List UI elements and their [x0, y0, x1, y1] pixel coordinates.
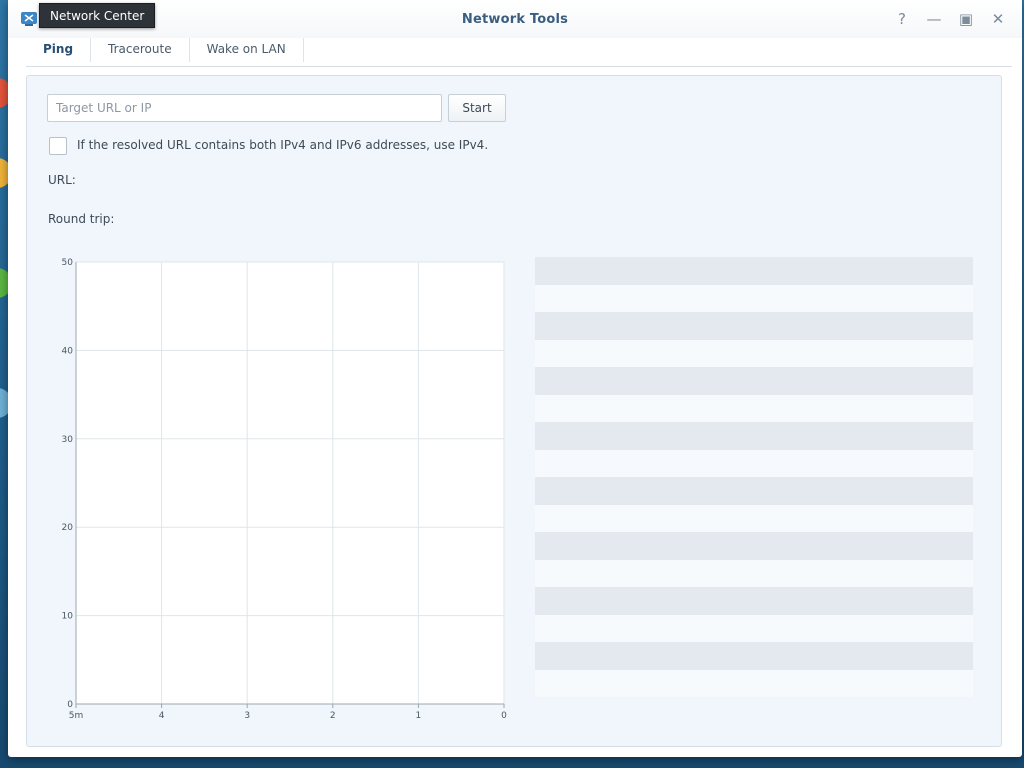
- table-row: [535, 614, 973, 642]
- plot-area: [75, 261, 505, 705]
- ping-results-table: [535, 257, 973, 697]
- window-title: Network Tools: [461, 12, 569, 27]
- round-trip-chart: 010203040505m 4 3 2 1 0: [62, 258, 508, 721]
- table-row: [535, 339, 973, 367]
- table-row: [535, 642, 973, 670]
- tab-wake-on-lan[interactable]: Wake on LAN: [190, 38, 304, 62]
- network-tools-window: Network Tools ? — ▣ ✕ Ping Traceroute Wa…: [8, 0, 1022, 757]
- title-bar[interactable]: Network Tools ? — ▣ ✕: [8, 0, 1022, 38]
- x-tick-label: 2: [330, 711, 336, 721]
- y-tick-label: 30: [62, 435, 74, 445]
- table-row: [535, 559, 973, 587]
- table-row: [535, 284, 973, 312]
- url-label: URL:: [48, 173, 76, 187]
- tab-bar: Ping Traceroute Wake on LAN: [26, 38, 304, 70]
- start-button[interactable]: Start: [448, 94, 506, 122]
- x-tick-label: 1: [416, 711, 422, 721]
- network-center-tooltip: Network Center: [39, 3, 156, 28]
- tab-traceroute[interactable]: Traceroute: [91, 38, 190, 62]
- x-tick-label: 5m: [69, 711, 84, 721]
- y-tick-label: 10: [62, 612, 74, 622]
- tab-divider: [26, 66, 1012, 67]
- maximize-icon[interactable]: ▣: [958, 10, 974, 28]
- x-tick-label: 4: [159, 711, 165, 721]
- table-row: [535, 532, 973, 560]
- table-row: [535, 367, 973, 395]
- table-row: [535, 449, 973, 477]
- y-tick-label: 0: [67, 700, 73, 710]
- table-row: [535, 394, 973, 422]
- close-icon[interactable]: ✕: [990, 10, 1006, 28]
- use-ipv4-label: If the resolved URL contains both IPv4 a…: [77, 138, 489, 152]
- y-tick-label: 50: [62, 258, 74, 268]
- minimize-icon[interactable]: —: [926, 10, 942, 28]
- y-tick-label: 40: [62, 346, 74, 356]
- x-tick-label: 0: [501, 711, 507, 721]
- table-row: [535, 669, 973, 697]
- y-tick-label: 20: [62, 523, 74, 533]
- use-ipv4-checkbox[interactable]: [49, 137, 67, 155]
- table-row: [535, 257, 973, 285]
- table-row: [535, 312, 973, 340]
- ping-panel: Start If the resolved URL contains both …: [26, 75, 1002, 747]
- tab-ping[interactable]: Ping: [26, 38, 92, 70]
- x-tick-label: 3: [244, 711, 250, 721]
- round-trip-label: Round trip:: [48, 212, 115, 226]
- target-url-input[interactable]: [47, 94, 442, 122]
- window-controls: ? — ▣ ✕: [894, 10, 1006, 28]
- table-row: [535, 587, 973, 615]
- table-row: [535, 477, 973, 505]
- table-row: [535, 504, 973, 532]
- help-icon[interactable]: ?: [894, 10, 910, 28]
- table-row: [535, 422, 973, 450]
